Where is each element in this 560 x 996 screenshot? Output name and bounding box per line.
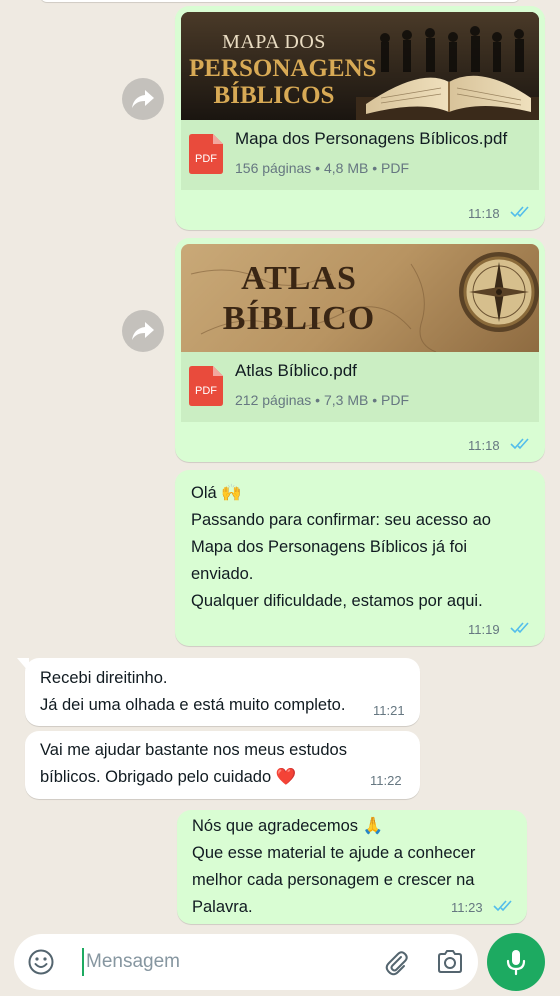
double-check-icon: [510, 622, 529, 634]
document-file-name: Mapa dos Personagens Bíblicos.pdf: [235, 129, 508, 148]
message-text: Olá 🙌 Passando para confirmar: seu acess…: [191, 484, 491, 610]
microphone-icon: [506, 950, 526, 976]
message-time: 11:23: [451, 900, 483, 915]
incoming-message[interactable]: Vai me ajudar bastante nos meus estudos …: [25, 731, 420, 799]
double-check-icon: [493, 900, 512, 912]
message-input[interactable]: Mensagem: [86, 951, 180, 973]
message-text: Vai me ajudar bastante nos meus estudos …: [40, 741, 347, 786]
document-message[interactable]: ATLAS BÍBLICO PDF Atlas Bíblico.pdf 212 …: [175, 238, 545, 462]
double-check-icon: [510, 438, 529, 450]
previous-message-edge: [40, 0, 520, 2]
message-time: 11:22: [370, 773, 402, 788]
paperclip-icon[interactable]: [382, 948, 410, 976]
pdf-file-icon: PDF: [189, 134, 223, 174]
document-file-name: Atlas Bíblico.pdf: [235, 361, 357, 380]
document-message[interactable]: MAPA DOS PERSONAGENS BÍBLICOS PDF Mapa d…: [175, 6, 545, 230]
incoming-message[interactable]: Recebi direitinho. Já dei uma olhada e e…: [17, 658, 420, 726]
forward-button[interactable]: [122, 78, 164, 120]
chat-area: MAPA DOS PERSONAGENS BÍBLICOS PDF Mapa d…: [0, 0, 560, 930]
pdf-file-icon: PDF: [189, 366, 223, 406]
svg-text:PDF: PDF: [195, 153, 217, 165]
document-thumbnail[interactable]: MAPA DOS PERSONAGENS BÍBLICOS: [181, 12, 539, 120]
text-cursor: [82, 948, 84, 976]
camera-icon[interactable]: [436, 949, 464, 975]
outgoing-message[interactable]: Nós que agradecemos 🙏 Que esse material …: [177, 810, 527, 924]
message-time: 11:21: [373, 703, 405, 718]
forward-button[interactable]: [122, 310, 164, 352]
svg-text:PDF: PDF: [195, 385, 217, 397]
message-time: 11:18: [468, 206, 500, 221]
message-input-bar[interactable]: Mensagem: [14, 934, 478, 990]
double-check-icon: [510, 206, 529, 218]
document-file-row[interactable]: PDF Mapa dos Personagens Bíblicos.pdf 15…: [181, 120, 539, 190]
emoji-icon[interactable]: [27, 948, 55, 976]
forward-icon: [132, 322, 154, 340]
message-time: 11:18: [468, 438, 500, 453]
thumbnail-title: MAPA DOS PERSONAGENS BÍBLICOS: [189, 31, 377, 109]
forward-icon: [132, 90, 154, 108]
document-file-meta: 212 páginas • 7,3 MB • PDF: [235, 392, 410, 408]
microphone-button[interactable]: [487, 933, 545, 991]
message-text: Recebi direitinho. Já dei uma olhada e e…: [40, 669, 346, 714]
outgoing-message[interactable]: Olá 🙌 Passando para confirmar: seu acess…: [175, 470, 545, 646]
thumbnail-title: ATLAS BÍBLICO: [222, 260, 376, 337]
document-file-row[interactable]: PDF Atlas Bíblico.pdf 212 páginas • 7,3 …: [181, 352, 539, 422]
document-thumbnail[interactable]: ATLAS BÍBLICO: [181, 244, 539, 352]
document-file-meta: 156 páginas • 4,8 MB • PDF: [235, 160, 410, 176]
message-time: 11:19: [468, 622, 500, 637]
